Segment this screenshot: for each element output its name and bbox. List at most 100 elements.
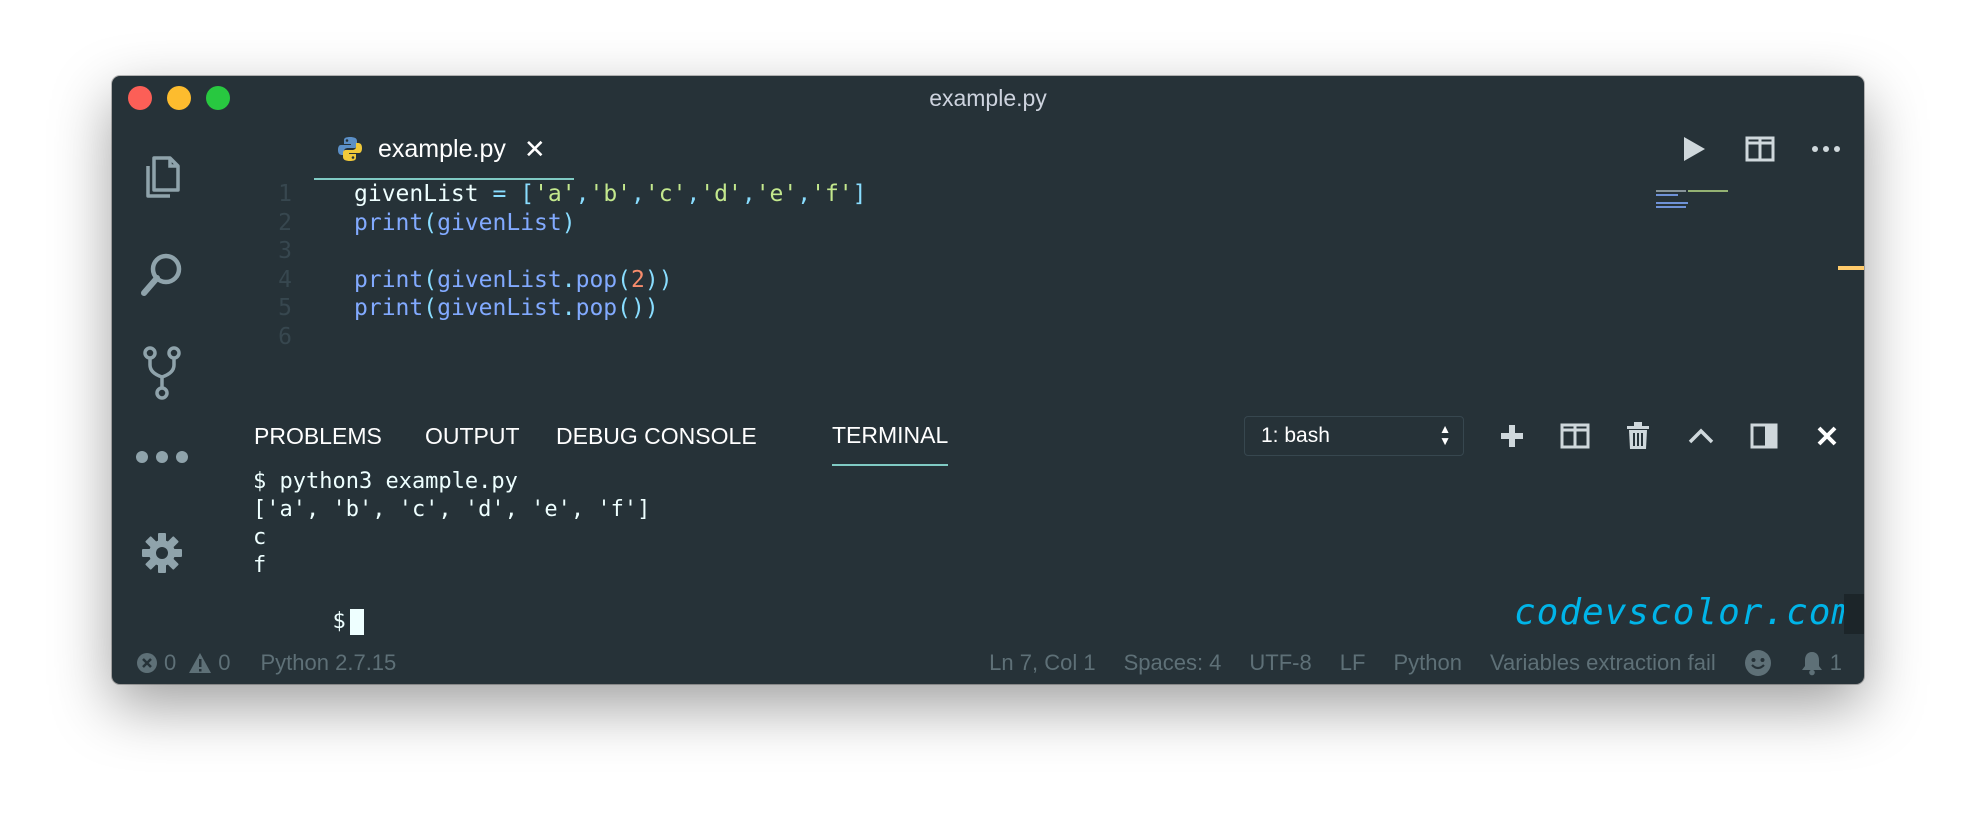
notifications-button[interactable]: 1 (1800, 650, 1842, 676)
run-icon (1684, 137, 1705, 161)
source-control-icon (143, 346, 181, 400)
search-button[interactable] (112, 240, 212, 310)
language-mode[interactable]: Python (1393, 650, 1462, 676)
trash-icon (1627, 422, 1649, 449)
code-token: 'c' (644, 181, 687, 207)
maximize-panel-button[interactable] (1681, 416, 1721, 456)
line-number: 3 (278, 238, 292, 264)
code-token: , (741, 181, 756, 207)
explorer-button[interactable] (112, 142, 212, 212)
split-editor-button[interactable] (1740, 129, 1780, 169)
code-token: ( (617, 266, 631, 293)
split-terminal-icon (1560, 423, 1590, 449)
terminal-output[interactable]: $ python3 example.py ['a', 'b', 'c', 'd'… (253, 468, 1753, 635)
tab-debug-console[interactable]: DEBUG CONSOLE (556, 406, 757, 466)
search-icon (141, 253, 182, 296)
status-bar: 0 0 Python 2.7.15 Ln 7, Col 1 Spaces: 4 … (112, 642, 1864, 684)
code-token: , (575, 181, 590, 207)
code-editor[interactable]: 1 givenList = ['a','b','c','d','e','f'] 2 p… (212, 178, 1762, 398)
code-token: 'e' (755, 181, 798, 207)
select-arrows-icon: ▲ ▼ (1439, 422, 1451, 448)
code-token: print (354, 266, 424, 293)
code-token: givenList (437, 266, 562, 293)
terminal-cursor (349, 609, 364, 635)
window-title: example.py (929, 84, 1047, 111)
indentation[interactable]: Spaces: 4 (1124, 650, 1222, 676)
new-terminal-button[interactable] (1492, 416, 1532, 456)
terminal-line: ['a', 'b', 'c', 'd', 'e', 'f'] (253, 497, 651, 522)
activity-bar (112, 120, 212, 684)
code-text: givenList = ['a','b','c','d','e','f'] (354, 181, 867, 207)
tab-output[interactable]: OUTPUT (425, 406, 520, 466)
more-actions-icon (1812, 146, 1840, 152)
minimap[interactable] (1656, 189, 1736, 211)
tab-terminal[interactable]: TERMINAL (832, 406, 949, 466)
more-icon (136, 451, 188, 463)
warning-icon (189, 653, 212, 673)
code-token: givenList (354, 181, 493, 207)
bell-icon (1801, 652, 1822, 676)
code-token: . (561, 295, 576, 321)
maximize-window-button[interactable] (206, 86, 230, 110)
scrollbar-marker (1838, 266, 1864, 270)
split-terminal-button[interactable] (1555, 416, 1595, 456)
code-token: givenList (437, 295, 562, 321)
gear-icon (142, 533, 182, 573)
terminal-select-value: 1: bash (1261, 424, 1330, 447)
code-token: ) (561, 209, 576, 236)
close-panel-button[interactable] (1807, 416, 1847, 456)
terminal-line: c (253, 525, 267, 550)
panel-actions (1492, 416, 1864, 456)
terminal-line: $ python3 example.py (253, 469, 518, 494)
manage-button[interactable] (112, 518, 212, 588)
terminal-scrollbar[interactable] (1844, 594, 1864, 634)
close-icon (1817, 426, 1837, 446)
code-token: ] (852, 181, 867, 207)
code-token: )) (644, 266, 673, 293)
tab-example-py[interactable]: example.py ✕ (314, 120, 574, 180)
python-interpreter[interactable]: Python 2.7.15 (261, 650, 397, 676)
code-token: , (797, 181, 812, 207)
code-token: [ (520, 181, 535, 207)
editor-window: example.py example.py ✕ 1 givenList = ['… (112, 76, 1864, 684)
status-right: Ln 7, Col 1 Spaces: 4 UTF-8 LF Python Va… (961, 642, 1842, 684)
code-token: ( (423, 266, 438, 293)
toggle-panel-button[interactable] (1744, 416, 1784, 456)
encoding[interactable]: UTF-8 (1249, 650, 1311, 676)
run-button[interactable] (1674, 129, 1714, 169)
kill-terminal-button[interactable] (1618, 416, 1658, 456)
tab-close-button[interactable]: ✕ (524, 134, 546, 165)
close-window-button[interactable] (128, 86, 152, 110)
code-token: 'a' (534, 181, 576, 207)
end-of-line[interactable]: LF (1340, 650, 1366, 676)
chevron-up-icon (1688, 428, 1714, 444)
problems-status[interactable]: 0 0 (136, 650, 231, 676)
code-token: 'f' (811, 181, 853, 207)
minimize-window-button[interactable] (167, 86, 191, 110)
code-token: givenList (437, 209, 562, 236)
files-icon (146, 156, 180, 198)
editor-actions (1674, 120, 1846, 178)
watermark: codevscolor.com (1514, 592, 1855, 633)
code-token: . (561, 266, 576, 293)
tab-problems[interactable]: PROBLEMS (254, 406, 382, 466)
window-controls (128, 86, 230, 110)
code-token: , (631, 181, 645, 207)
more-actions-button[interactable] (1806, 129, 1846, 169)
code-token: = (492, 181, 507, 207)
title-bar: example.py (112, 76, 1864, 120)
status-message[interactable]: Variables extraction fail (1490, 650, 1716, 676)
terminal-prompt: $ (332, 609, 346, 634)
cursor-position[interactable]: Ln 7, Col 1 (989, 650, 1095, 676)
source-control-button[interactable] (112, 338, 212, 408)
feedback-button[interactable] (1744, 649, 1772, 677)
code-token: pop (575, 295, 618, 321)
code-token: print (354, 295, 424, 321)
code-token: print (354, 209, 424, 236)
more-views-button[interactable] (112, 422, 212, 492)
line-number: 5 (278, 295, 292, 321)
code-line[interactable]: 6 (212, 319, 354, 355)
terminal-select[interactable]: 1: bash ▲ ▼ (1244, 416, 1464, 456)
line-number: 6 (278, 323, 292, 350)
